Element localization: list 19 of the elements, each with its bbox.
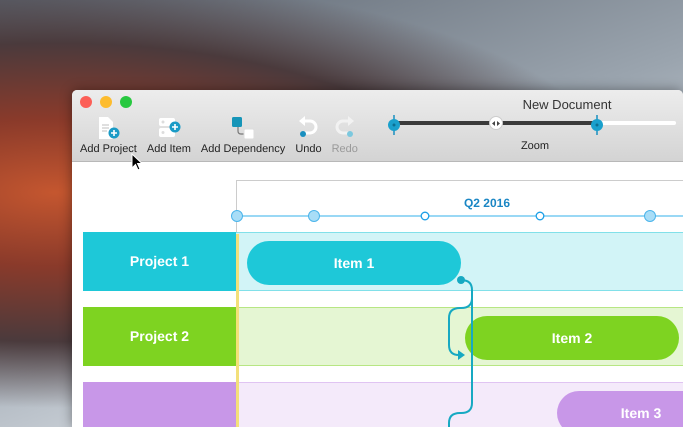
add-item-button[interactable]: Add Item xyxy=(146,116,191,156)
gantt-item[interactable]: Item 3 xyxy=(557,391,683,427)
gantt-item[interactable]: Item 1 xyxy=(247,241,461,285)
linked-squares-icon xyxy=(230,116,256,140)
project-label[interactable]: Project 2 xyxy=(83,307,236,366)
period-label: Q2 2016 xyxy=(464,196,510,210)
add-project-button[interactable]: Add Project xyxy=(80,116,137,156)
zoom-end-handle[interactable] xyxy=(590,113,604,133)
zoom-start-handle[interactable] xyxy=(387,113,401,133)
close-button[interactable] xyxy=(80,96,92,108)
gantt-item[interactable]: Item 2 xyxy=(465,316,679,360)
window-title: New Document xyxy=(522,97,612,112)
zoom-pan-handle[interactable] xyxy=(488,116,503,130)
double-arrow-icon xyxy=(492,120,500,126)
mouse-pointer-icon xyxy=(131,153,143,171)
add-dependency-button[interactable]: Add Dependency xyxy=(200,116,286,156)
undo-button[interactable]: Undo xyxy=(295,116,322,156)
zoom-label: Zoom xyxy=(520,140,550,152)
project-label[interactable]: Project 1 xyxy=(83,232,236,291)
